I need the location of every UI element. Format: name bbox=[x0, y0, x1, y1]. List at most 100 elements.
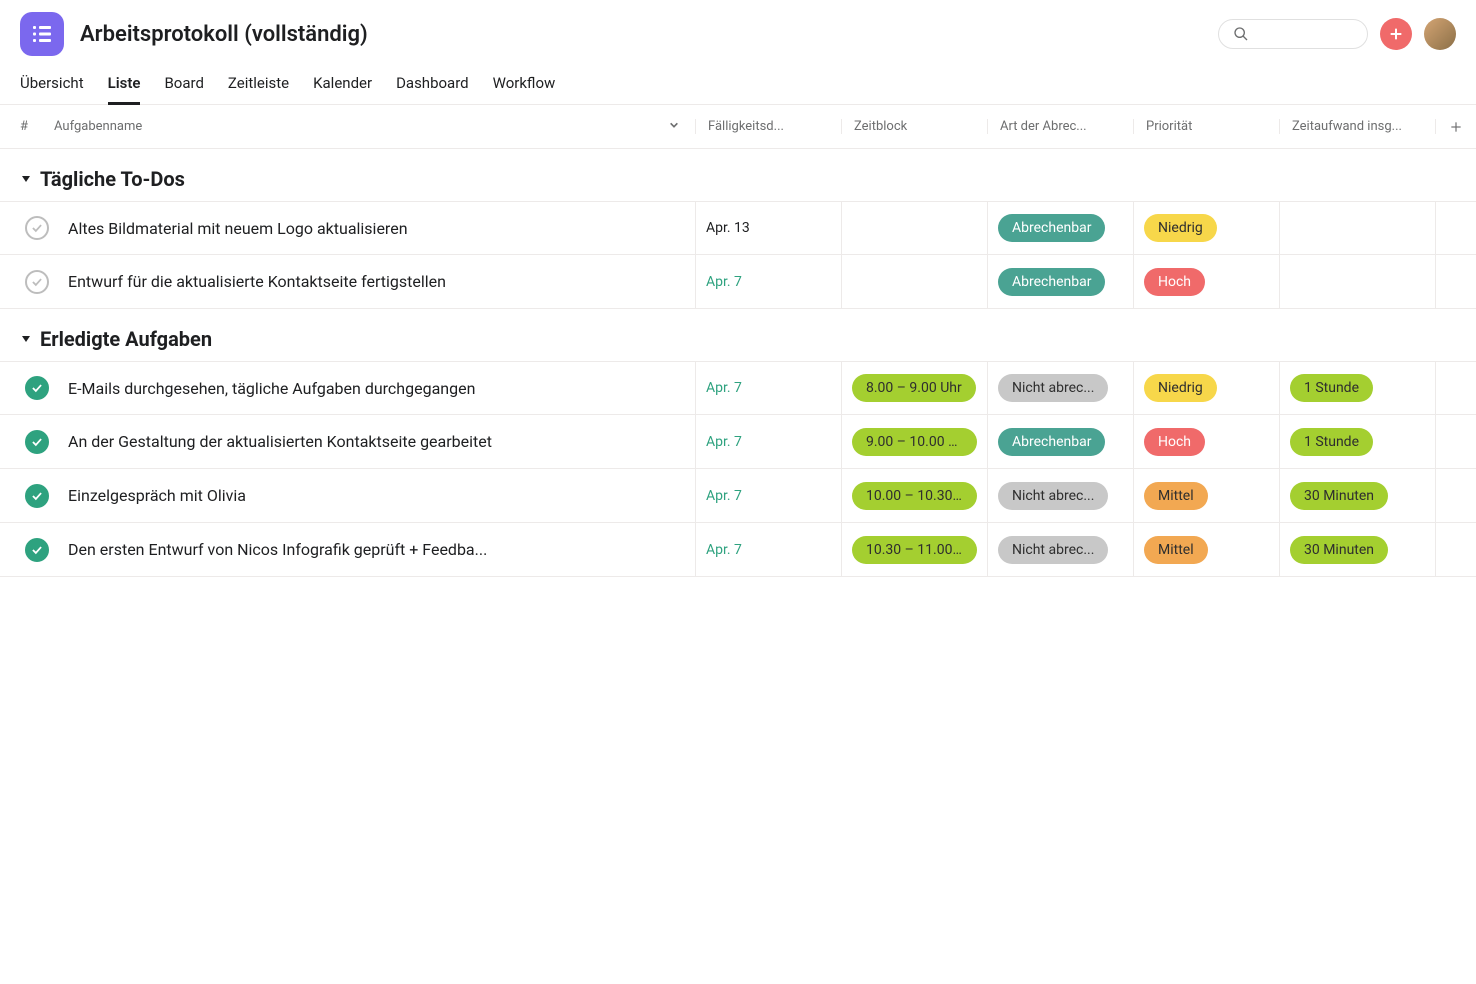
task-priority-cell[interactable]: Mittel bbox=[1134, 469, 1280, 522]
time-spent-pill: 30 Minuten bbox=[1290, 536, 1388, 564]
task-type-cell[interactable]: Abrechenbar bbox=[988, 202, 1134, 254]
column-type[interactable]: Art der Abrec... bbox=[988, 119, 1134, 134]
task-priority-cell[interactable]: Hoch bbox=[1134, 415, 1280, 468]
column-due[interactable]: Fälligkeitsd... bbox=[696, 119, 842, 134]
timeblock-pill: 10.30 – 11.00 Uhr bbox=[852, 536, 977, 564]
task-due-cell[interactable]: Apr. 7 bbox=[696, 415, 842, 468]
task-priority-cell[interactable]: Hoch bbox=[1134, 255, 1280, 308]
column-priority[interactable]: Priorität bbox=[1134, 119, 1280, 134]
task-time-cell[interactable] bbox=[1280, 255, 1436, 308]
task-due-cell[interactable]: Apr. 13 bbox=[696, 202, 842, 254]
section-title: Tägliche To-Dos bbox=[40, 167, 185, 191]
billing-type-pill: Abrechenbar bbox=[998, 214, 1105, 242]
due-date: Apr. 13 bbox=[706, 220, 750, 236]
task-due-cell[interactable]: Apr. 7 bbox=[696, 469, 842, 522]
section-header[interactable]: Erledigte Aufgaben bbox=[0, 309, 1476, 361]
billing-type-pill: Nicht abrec... bbox=[998, 482, 1108, 510]
task-complete-button[interactable] bbox=[0, 216, 54, 240]
check-icon bbox=[30, 221, 44, 235]
task-time-cell[interactable]: 1 Stunde bbox=[1280, 362, 1436, 414]
due-date: Apr. 7 bbox=[706, 488, 742, 504]
task-row[interactable]: Einzelgespräch mit Olivia Apr. 7 10.00 – 1… bbox=[0, 469, 1476, 523]
task-name[interactable]: Den ersten Entwurf von Nicos Infografik … bbox=[54, 523, 696, 576]
task-due-cell[interactable]: Apr. 7 bbox=[696, 523, 842, 576]
avatar[interactable] bbox=[1424, 18, 1456, 50]
task-type-cell[interactable]: Abrechenbar bbox=[988, 255, 1134, 308]
priority-pill: Hoch bbox=[1144, 428, 1205, 456]
task-due-cell[interactable]: Apr. 7 bbox=[696, 255, 842, 308]
section-header[interactable]: Tägliche To-Dos bbox=[0, 149, 1476, 201]
task-block-cell[interactable]: 8.00 – 9.00 Uhr bbox=[842, 362, 988, 414]
due-date: Apr. 7 bbox=[706, 274, 742, 290]
task-name[interactable]: An der Gestaltung der aktualisierten Kon… bbox=[54, 415, 696, 468]
check-icon bbox=[30, 543, 44, 557]
task-priority-cell[interactable]: Niedrig bbox=[1134, 362, 1280, 414]
table-header: # Aufgabenname Fälligkeitsd... Zeitblock… bbox=[0, 105, 1476, 149]
time-spent-pill: 1 Stunde bbox=[1290, 428, 1373, 456]
task-row[interactable]: An der Gestaltung der aktualisierten Kon… bbox=[0, 415, 1476, 469]
priority-pill: Mittel bbox=[1144, 482, 1208, 510]
task-type-cell[interactable]: Nicht abrec... bbox=[988, 523, 1134, 576]
due-date: Apr. 7 bbox=[706, 542, 742, 558]
tab-overview[interactable]: Übersicht bbox=[20, 68, 84, 104]
task-type-cell[interactable]: Abrechenbar bbox=[988, 415, 1134, 468]
task-block-cell[interactable]: 10.30 – 11.00 Uhr bbox=[842, 523, 988, 576]
plus-icon bbox=[1388, 26, 1404, 42]
task-complete-button[interactable] bbox=[0, 484, 54, 508]
task-row[interactable]: E-Mails durchgesehen, tägliche Aufgaben … bbox=[0, 361, 1476, 415]
column-name[interactable]: Aufgabenname bbox=[40, 119, 696, 134]
check-icon bbox=[30, 489, 44, 503]
triangle-down-icon bbox=[20, 333, 32, 345]
task-name[interactable]: E-Mails durchgesehen, tägliche Aufgaben … bbox=[54, 362, 696, 414]
task-priority-cell[interactable]: Mittel bbox=[1134, 523, 1280, 576]
task-complete-button[interactable] bbox=[0, 430, 54, 454]
tab-list[interactable]: Liste bbox=[108, 68, 141, 105]
column-block[interactable]: Zeitblock bbox=[842, 119, 988, 134]
task-time-cell[interactable]: 1 Stunde bbox=[1280, 415, 1436, 468]
tab-board[interactable]: Board bbox=[164, 68, 203, 104]
billing-type-pill: Nicht abrec... bbox=[998, 536, 1108, 564]
task-block-cell[interactable]: 9.00 – 10.00 Uhr bbox=[842, 415, 988, 468]
task-block-cell[interactable] bbox=[842, 255, 988, 308]
task-block-cell[interactable]: 10.00 – 10.30 Uhr bbox=[842, 469, 988, 522]
task-type-cell[interactable]: Nicht abrec... bbox=[988, 362, 1134, 414]
project-list-icon bbox=[20, 12, 64, 56]
task-due-cell[interactable]: Apr. 7 bbox=[696, 362, 842, 414]
billing-type-pill: Abrechenbar bbox=[998, 268, 1105, 296]
task-row[interactable]: Den ersten Entwurf von Nicos Infografik … bbox=[0, 523, 1476, 577]
priority-pill: Niedrig bbox=[1144, 214, 1217, 242]
task-complete-button[interactable] bbox=[0, 376, 54, 400]
priority-pill: Mittel bbox=[1144, 536, 1208, 564]
tab-calendar[interactable]: Kalender bbox=[313, 68, 372, 104]
task-name[interactable]: Altes Bildmaterial mit neuem Logo aktual… bbox=[54, 202, 696, 254]
search-input[interactable] bbox=[1218, 19, 1368, 49]
task-block-cell[interactable] bbox=[842, 202, 988, 254]
tab-dashboard[interactable]: Dashboard bbox=[396, 68, 469, 104]
add-column-button[interactable] bbox=[1436, 120, 1476, 134]
chevron-down-icon[interactable] bbox=[669, 119, 679, 134]
task-row[interactable]: Altes Bildmaterial mit neuem Logo aktual… bbox=[0, 201, 1476, 255]
check-icon bbox=[30, 435, 44, 449]
column-time[interactable]: Zeitaufwand insg... bbox=[1280, 119, 1436, 134]
task-type-cell[interactable]: Nicht abrec... bbox=[988, 469, 1134, 522]
tab-timeline[interactable]: Zeitleiste bbox=[228, 68, 289, 104]
task-complete-button[interactable] bbox=[0, 538, 54, 562]
task-time-cell[interactable] bbox=[1280, 202, 1436, 254]
priority-pill: Hoch bbox=[1144, 268, 1205, 296]
view-tabs: Übersicht Liste Board Zeitleiste Kalende… bbox=[0, 56, 1476, 105]
task-row[interactable]: Entwurf für die aktualisierte Kontaktsei… bbox=[0, 255, 1476, 309]
header-actions bbox=[1218, 18, 1456, 50]
task-time-cell[interactable]: 30 Minuten bbox=[1280, 469, 1436, 522]
task-name[interactable]: Entwurf für die aktualisierte Kontaktsei… bbox=[54, 255, 696, 308]
project-title[interactable]: Arbeitsprotokoll (vollständig) bbox=[80, 22, 1202, 47]
section-title: Erledigte Aufgaben bbox=[40, 327, 212, 351]
task-priority-cell[interactable]: Niedrig bbox=[1134, 202, 1280, 254]
check-icon bbox=[30, 275, 44, 289]
add-button[interactable] bbox=[1380, 18, 1412, 50]
tab-workflow[interactable]: Workflow bbox=[493, 68, 556, 104]
task-time-cell[interactable]: 30 Minuten bbox=[1280, 523, 1436, 576]
due-date: Apr. 7 bbox=[706, 434, 742, 450]
task-name[interactable]: Einzelgespräch mit Olivia bbox=[54, 469, 696, 522]
task-complete-button[interactable] bbox=[0, 270, 54, 294]
timeblock-pill: 9.00 – 10.00 Uhr bbox=[852, 428, 977, 456]
